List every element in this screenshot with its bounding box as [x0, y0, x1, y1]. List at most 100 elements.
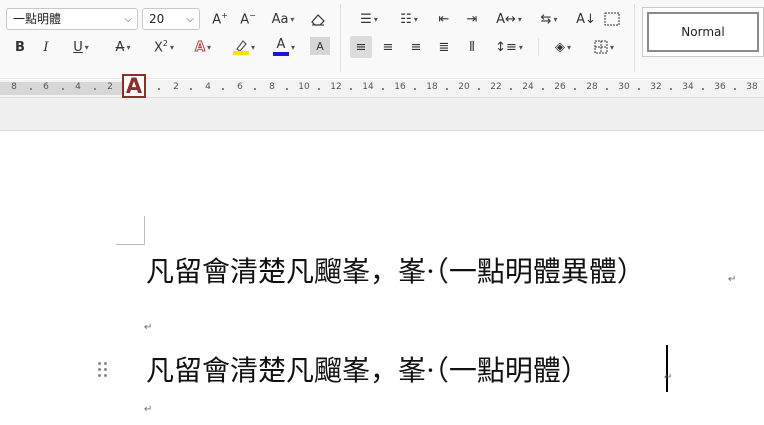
paragraph-line-2[interactable]: 凡留會清楚凡飀峯，峯·（一點明體）: [146, 349, 589, 389]
bullets-button[interactable]: ☰ ▾: [354, 8, 384, 30]
ruler-tick-dot: [254, 88, 256, 90]
paint-bucket-icon: ◈: [554, 39, 565, 55]
ruler-tick-dot: [94, 88, 96, 90]
paragraph-line-1[interactable]: 凡留會清楚凡飀峯，峯·（一點明體異體）: [146, 250, 645, 290]
superscript-button[interactable]: X2 ▾: [148, 36, 180, 58]
line-spacing-button[interactable]: ↕≡ ▾: [494, 36, 524, 58]
sort-icon: A↓: [576, 11, 596, 27]
ruler-tick-label: 34: [682, 82, 694, 92]
align-right-button[interactable]: ≡: [406, 36, 426, 58]
chevron-down-icon: ▾: [553, 14, 558, 24]
font-color-button[interactable]: A ▾: [268, 36, 300, 58]
superscript-icon: X2: [153, 38, 168, 56]
underline-icon: U: [73, 39, 83, 55]
ruler-tick-dot: [670, 88, 672, 90]
ruler-tick-dot: [350, 88, 352, 90]
ruler-tick-dot: [446, 88, 448, 90]
justify-icon: ≣: [438, 39, 450, 55]
style-normal-card[interactable]: Normal: [642, 7, 764, 57]
font-name-value: 一點明體: [13, 12, 62, 26]
ruler-tick-label: 22: [490, 82, 502, 92]
ruler-tick-dot: [190, 88, 192, 90]
underline-button[interactable]: U ▾: [66, 36, 96, 58]
ruler-tick-dot: [542, 88, 544, 90]
ruler-tick-dot: [638, 88, 640, 90]
ruler-tick-label: 18: [426, 82, 438, 92]
chevron-down-icon: ▾: [517, 14, 522, 24]
chevron-down-icon: ▾: [126, 42, 131, 52]
show-marks-button[interactable]: [602, 8, 622, 30]
justify-button[interactable]: ≣: [434, 36, 454, 58]
decrease-indent-icon: ⇤: [438, 11, 450, 27]
swap-arrows-icon: ⇆: [540, 11, 552, 27]
indent-marker-icon[interactable]: A: [122, 74, 146, 98]
ruler-tick-label: 28: [586, 82, 598, 92]
ruler-tick-label: 24: [522, 82, 534, 92]
borders-icon: [594, 40, 608, 54]
text-direction-icon: A↔: [496, 11, 516, 27]
horizontal-ruler[interactable]: 8 6 4 2 2 4 6 8 10 12 14 16 18 20 22 24 26 28 30 32 34 36 38: [0, 80, 764, 98]
bold-button[interactable]: B: [10, 36, 30, 58]
text-effects-icon: A: [194, 39, 206, 55]
ruler-tick-dot: [158, 88, 160, 90]
change-case-button[interactable]: Aa ▾: [268, 8, 298, 30]
shrink-font-icon: A−: [240, 10, 256, 28]
ruler-tick-dot: [382, 88, 384, 90]
text-effects-button[interactable]: A ▾: [188, 36, 218, 58]
character-shading-button[interactable]: A: [310, 37, 330, 55]
ruler-tick-label: 10: [298, 82, 310, 92]
drag-handle-icon[interactable]: [98, 362, 108, 378]
ruler-tick-label: 4: [205, 82, 211, 92]
line-spacing-icon: ↕≡: [495, 39, 517, 55]
ruler-tick-label: 8: [11, 82, 17, 92]
strikethrough-button[interactable]: A ▾: [108, 36, 138, 58]
margin-corner-mark: [116, 216, 145, 245]
borders-button[interactable]: ▾: [588, 36, 620, 58]
text-direction-button[interactable]: A↔ ▾: [494, 8, 524, 30]
ribbon: 一點明體 ⌵ 20 ⌵ A+ A− Aa ▾ B I U ▾ A ▾ X2 ▾ A ▾ ▾…: [0, 0, 764, 79]
align-left-button[interactable]: ≡: [350, 36, 372, 58]
ruler-tick-label: 36: [714, 82, 726, 92]
ruler-tick-dot: [286, 88, 288, 90]
numbering-icon: ☷: [400, 11, 412, 27]
ruler-tick-dot: [702, 88, 704, 90]
rtl-button[interactable]: ⇆ ▾: [534, 8, 564, 30]
increase-indent-icon: ⇥: [466, 11, 478, 27]
highlight-button[interactable]: ▾: [228, 36, 260, 58]
clear-format-button[interactable]: [308, 8, 328, 30]
shrink-font-button[interactable]: A−: [238, 8, 258, 30]
ruler-tick-label: 6: [43, 82, 49, 92]
shading-button[interactable]: ◈ ▾: [548, 36, 578, 58]
decrease-indent-button[interactable]: ⇤: [434, 8, 454, 30]
paragraph-mark: ↵: [144, 404, 153, 415]
ruler-tick-label: 16: [394, 82, 406, 92]
distributed-button[interactable]: ⦀: [462, 36, 482, 58]
distributed-icon: ⦀: [469, 39, 475, 55]
chevron-down-icon: ▾: [84, 42, 89, 52]
numbering-button[interactable]: ☷ ▾: [394, 8, 424, 30]
text-cursor: [666, 345, 668, 392]
chevron-down-icon: ▾: [413, 14, 418, 24]
chevron-down-icon: ⌵: [186, 14, 194, 25]
sort-button[interactable]: A↓: [576, 8, 596, 30]
paragraph-mark: ↵: [728, 274, 737, 285]
font-size-combo[interactable]: 20 ⌵: [142, 8, 200, 30]
eraser-icon: [311, 14, 325, 26]
ruler-tick-label: 32: [650, 82, 662, 92]
grow-font-button[interactable]: A+: [210, 8, 230, 30]
style-normal-label: Normal: [681, 25, 725, 39]
ribbon-separator: [538, 38, 539, 56]
italic-button[interactable]: I: [36, 36, 56, 58]
align-center-icon: ≡: [382, 39, 394, 55]
ruler-tick-dot: [574, 88, 576, 90]
chevron-down-icon: ▾: [373, 14, 378, 24]
font-color-icon: A: [272, 38, 289, 56]
ruler-tick-dot: [30, 88, 32, 90]
chevron-down-icon: ⌵: [124, 14, 132, 25]
ruler-tick-label: 26: [554, 82, 566, 92]
align-center-button[interactable]: ≡: [378, 36, 398, 58]
increase-indent-button[interactable]: ⇥: [462, 8, 482, 30]
style-normal-preview: Normal: [647, 12, 759, 52]
ruler-tick-label: 20: [458, 82, 470, 92]
font-name-combo[interactable]: 一點明體 ⌵: [6, 8, 138, 30]
